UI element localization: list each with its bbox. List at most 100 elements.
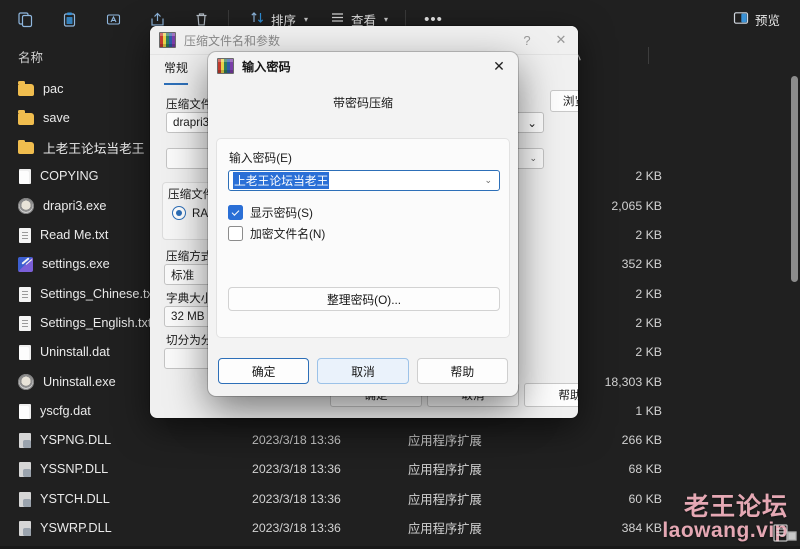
file-type-cell: 应用程序扩展	[408, 492, 482, 507]
doc-icon	[19, 403, 31, 419]
file-name-cell: Settings_English.txt	[18, 308, 151, 337]
radio-dot-icon	[172, 206, 186, 220]
txt-icon	[19, 315, 31, 331]
file-name-label: settings.exe	[42, 257, 110, 272]
file-name-label: save	[43, 110, 70, 125]
file-date-cell: 2023/3/18 13:36	[252, 521, 341, 535]
file-type-cell: 应用程序扩展	[408, 522, 482, 536]
txt-icon	[19, 286, 31, 302]
file-type-cell: 应用程序扩展	[408, 434, 482, 449]
dictionary-label: 字典大小	[166, 292, 213, 305]
show-password-label: 显示密码(S)	[250, 206, 313, 220]
file-name-label: Uninstall.dat	[40, 345, 110, 360]
password-dialog-title: 输入密码	[242, 60, 291, 74]
file-name-label: Uninstall.exe	[43, 374, 116, 389]
preview-label: 预览	[754, 13, 780, 28]
file-name-cell: Uninstall.dat	[18, 338, 110, 367]
password-cancel-button[interactable]: 取消	[317, 358, 409, 384]
password-title-bar[interactable]: 输入密码 ✕	[208, 52, 518, 80]
copy-icon[interactable]	[6, 4, 44, 34]
column-header-name[interactable]: 名称	[18, 47, 43, 66]
watermark-badge-icon	[772, 522, 798, 544]
file-name-cell: drapri3.exe	[18, 191, 106, 220]
chevron-down-icon: ▾	[384, 14, 389, 24]
winrar-title-bar[interactable]: 压缩文件名和参数 ? ✕	[150, 26, 578, 55]
doc-icon	[19, 169, 31, 185]
file-name-label: drapri3.exe	[43, 198, 107, 213]
file-type-cell: 应用程序扩展	[408, 463, 482, 478]
password-dialog: 输入密码 ✕ 带密码压缩 输入密码(E) 上老王论坛当老王 ⌄ 显示密码(S) …	[208, 52, 518, 396]
browse-button[interactable]: 浏览(B)...	[550, 90, 578, 112]
dll-icon	[19, 521, 31, 536]
file-name-cell: YSSNP.DLL	[18, 455, 108, 484]
file-row[interactable]: YSSNP.DLL 2023/3/18 13:36 应用程序扩展 68 KB	[0, 455, 790, 484]
folder-icon	[18, 139, 34, 155]
doc-icon	[19, 345, 31, 361]
organize-passwords-button[interactable]: 整理密码(O)...	[228, 287, 500, 311]
file-name-label: Settings_English.txt	[40, 315, 152, 330]
file-name-label: YSPNG.DLL	[40, 433, 112, 448]
winrar-app-icon	[217, 58, 234, 74]
folder-icon	[18, 81, 34, 96]
file-name-cell: YSTCH.DLL	[18, 484, 110, 513]
dictionary-value: 32 MB	[171, 310, 205, 323]
rename-icon[interactable]	[94, 4, 132, 34]
method-label: 压缩方式	[166, 250, 213, 263]
file-size-cell: 384 KB	[621, 521, 662, 535]
winrar-close-button[interactable]: ✕	[544, 27, 578, 54]
file-name-label: Settings_Chinese.txt	[40, 286, 157, 301]
password-ok-button[interactable]: 确定	[218, 358, 310, 384]
file-name-cell: pac	[18, 74, 63, 103]
file-row[interactable]: YSTCH.DLL 2023/3/18 13:36 应用程序扩展 60 KB	[0, 484, 790, 513]
password-panel: 输入密码(E) 上老王论坛当老王 ⌄ 显示密码(S) 加密文件名(N) 整理密码…	[216, 138, 510, 338]
preview-pane-button[interactable]: 预览	[725, 4, 788, 34]
file-size-cell: 68 KB	[628, 462, 663, 477]
paste-icon[interactable]	[50, 4, 88, 34]
checkbox-checked-icon	[228, 205, 243, 220]
file-date-cell: 2023/3/18 13:36	[252, 491, 341, 506]
winrar-help-button-bottom[interactable]: 帮助	[524, 383, 578, 407]
explorer-scrollbar[interactable]	[791, 76, 798, 282]
password-label: 输入密码(E)	[229, 151, 292, 165]
show-password-checkbox[interactable]: 显示密码(S)	[228, 204, 313, 221]
password-dialog-footer: 确定 取消 帮助	[208, 346, 518, 396]
winrar-help-button[interactable]: ?	[510, 27, 544, 54]
archive-name-value: drapri3	[173, 116, 210, 129]
chevron-down-icon[interactable]: ⌄	[484, 175, 495, 186]
wrench-icon	[18, 257, 33, 273]
file-name-label: YSSNP.DLL	[40, 462, 109, 477]
file-name-label: COPYING	[40, 169, 99, 184]
encrypt-filenames-checkbox[interactable]: 加密文件名(N)	[228, 225, 325, 242]
password-input[interactable]: 上老王论坛当老王 ⌄	[228, 170, 500, 191]
checkbox-unchecked-icon	[228, 226, 243, 241]
file-row[interactable]: YSWRP.DLL 2023/3/18 13:36 应用程序扩展 384 KB	[0, 514, 790, 543]
file-name-label: Read Me.txt	[40, 228, 109, 242]
password-dialog-heading: 带密码压缩	[332, 96, 393, 110]
file-name-cell: settings.exe	[18, 250, 110, 279]
password-value: 上老王论坛当老王	[233, 172, 330, 189]
file-size-cell: 60 KB	[628, 491, 663, 506]
chevron-down-icon: ▾	[304, 14, 309, 24]
file-name-cell: yscfg.dat	[18, 396, 91, 425]
chevron-down-icon[interactable]: ⌄	[529, 153, 537, 164]
gear-icon	[18, 373, 34, 390]
file-name-cell: YSWRP.DLL	[18, 514, 112, 543]
close-icon[interactable]: ✕	[480, 52, 518, 80]
file-name-cell: 上老王论坛当老王	[18, 133, 145, 162]
file-name-cell: save	[18, 103, 70, 132]
file-name-cell: YSPNG.DLL	[18, 426, 111, 455]
folder-icon	[18, 110, 34, 125]
file-row[interactable]: YSPNG.DLL 2023/3/18 13:36 应用程序扩展 266 KB	[0, 426, 790, 455]
txt-icon	[19, 228, 31, 243]
file-name-cell: Read Me.txt	[18, 221, 108, 250]
winrar-app-icon	[159, 32, 176, 48]
file-name-label: 上老王论坛当老王	[43, 141, 145, 156]
file-name-label: YSWRP.DLL	[40, 521, 112, 535]
password-help-button[interactable]: 帮助	[416, 358, 508, 384]
chevron-down-icon[interactable]: ⌄	[527, 116, 537, 130]
method-value: 标准	[171, 268, 195, 282]
file-size-cell: 266 KB	[621, 433, 662, 448]
tab-general[interactable]: 常规	[164, 59, 189, 85]
file-date-cell: 2023/3/18 13:36	[252, 433, 341, 448]
dll-icon	[19, 491, 31, 507]
